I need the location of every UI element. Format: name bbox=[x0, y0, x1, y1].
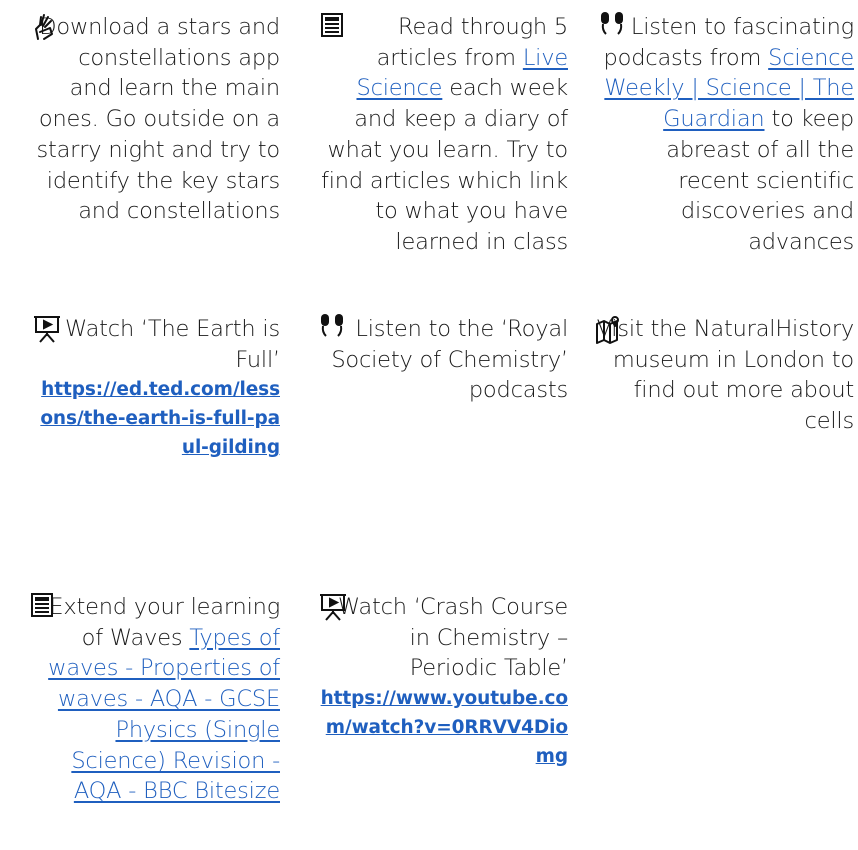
earbuds-icon bbox=[598, 12, 628, 42]
activity-text: Listen to the ‘Royal Society of Chemistr… bbox=[331, 316, 568, 404]
activity-text: Watch ‘Crash Course in Chemistry – Perio… bbox=[337, 594, 568, 682]
activity-card-natural-history-museum: Visit the NaturalHistory museum in Londo… bbox=[594, 314, 854, 437]
presentation-screen-icon bbox=[32, 314, 62, 344]
activity-text-continued: each week and keep a diary of what you l… bbox=[320, 75, 568, 255]
ted-ed-url-link[interactable]: https://ed.ted.com/lessons/the-earth-is-… bbox=[32, 375, 280, 462]
bbc-bitesize-waves-link[interactable]: Types of waves - Properties of waves - A… bbox=[48, 625, 280, 805]
activity-card-live-science: Read through 5 articles from Live Scienc… bbox=[320, 12, 568, 258]
activity-text: Watch ‘The Earth is Full’ bbox=[64, 316, 280, 373]
activity-page: { "activities": [ { "icon": "sign-langua… bbox=[0, 0, 858, 850]
map-pin-icon bbox=[594, 314, 624, 344]
youtube-url-link[interactable]: https://www.youtube.com/watch?v=0RRVV4Di… bbox=[318, 684, 568, 771]
newspaper-icon bbox=[320, 12, 350, 42]
activity-card-earth-is-full: Watch ‘The Earth is Full’ https://ed.ted… bbox=[32, 314, 280, 462]
sign-language-hand-icon bbox=[32, 12, 62, 42]
presentation-screen-icon bbox=[318, 592, 348, 622]
activity-card-stars-app: Download a stars and constellations app … bbox=[32, 12, 280, 227]
activity-card-crash-course-chemistry: Watch ‘Crash Course in Chemistry – Perio… bbox=[318, 592, 568, 771]
activity-text: Visit the NaturalHistory museum in Londo… bbox=[596, 316, 855, 435]
earbuds-icon bbox=[318, 314, 348, 344]
activity-card-waves: Extend your learning of Waves Types of w… bbox=[30, 592, 280, 807]
activity-card-rsc-podcasts: Listen to the ‘Royal Society of Chemistr… bbox=[318, 314, 568, 406]
activity-text: Download a stars and constellations app … bbox=[36, 14, 280, 225]
activity-card-science-weekly: Listen to fascinating podcasts from Scie… bbox=[598, 12, 854, 258]
newspaper-icon bbox=[30, 592, 60, 622]
